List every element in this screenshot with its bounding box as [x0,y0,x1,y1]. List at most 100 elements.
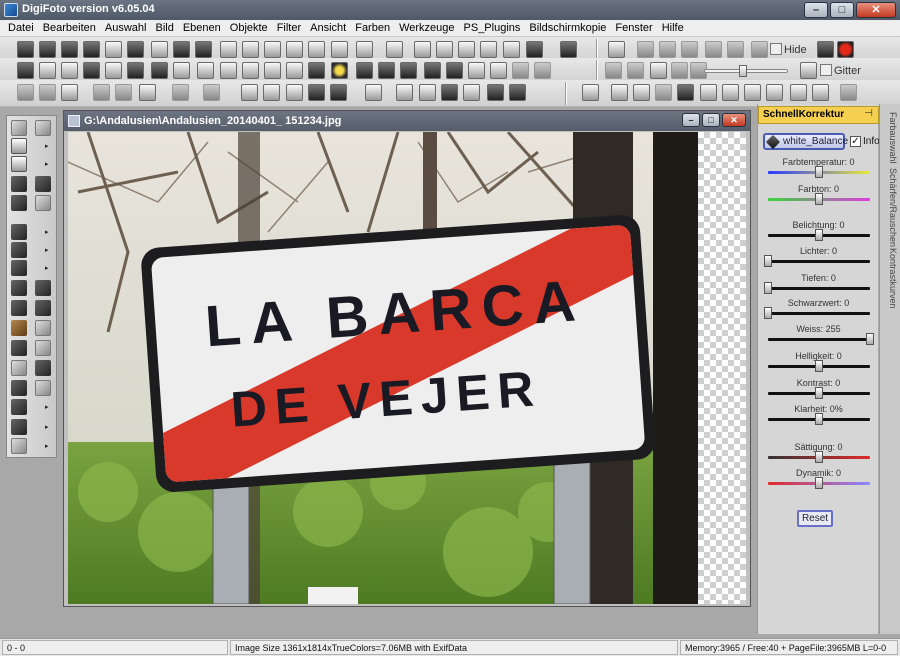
crop-icon[interactable] [35,176,51,192]
browse-icon[interactable] [61,41,78,58]
pen-icon[interactable] [11,224,27,240]
menu-bildschirmkopie[interactable]: Bildschirmkopie [525,20,611,36]
brush-shape-icon[interactable] [463,84,480,101]
healing-icon[interactable] [35,280,51,296]
slider-knob[interactable] [815,413,823,425]
diagonal-arrow-icon[interactable] [744,84,761,101]
flip-horizontal-icon[interactable] [241,84,258,101]
blank-tool-1-icon[interactable] [512,62,529,79]
eye-correct-icon[interactable] [378,62,395,79]
rect-border-icon[interactable] [197,62,214,79]
slider-track[interactable] [768,312,870,315]
tile-icon[interactable] [727,41,744,58]
eraser-icon[interactable] [35,320,51,336]
number-icon[interactable] [790,84,807,101]
chevron-right-icon[interactable]: ▸ [45,403,49,411]
hide-checkbox[interactable] [770,43,782,55]
selection-tool-icon[interactable] [35,195,51,211]
slider-track[interactable] [768,287,870,290]
duplicate-icon[interactable] [396,84,413,101]
slideshow-icon[interactable] [195,41,212,58]
slider-knob[interactable] [815,387,823,399]
gradient-tool-icon[interactable] [35,340,51,356]
menu-datei[interactable]: Datei [4,20,39,36]
history-icon[interactable] [61,84,78,101]
slider-knob[interactable] [866,333,874,345]
target-icon[interactable] [419,84,436,101]
image-minimize-button[interactable]: – [682,113,700,127]
curves-icon[interactable] [308,62,325,79]
figure-icon[interactable] [35,300,51,316]
refresh-icon[interactable] [365,84,382,101]
line-tool-icon[interactable] [677,84,694,101]
image-maximize-button[interactable]: □ [702,113,720,127]
frame-border-icon[interactable] [173,62,190,79]
color-swatch-icon[interactable] [35,380,51,396]
slider-knob[interactable] [815,360,823,372]
cube-icon[interactable] [509,84,526,101]
menu-objekte[interactable]: Objekte [226,20,273,36]
cut-icon[interactable] [115,84,132,101]
text-tool-icon[interactable] [611,84,628,101]
transform-icon[interactable] [330,84,347,101]
dpi-icon[interactable] [414,41,431,58]
gitter-checkbox[interactable] [820,64,832,76]
slider-knob[interactable] [815,193,823,205]
rotate-icon[interactable] [286,84,303,101]
menu-werkzeuge[interactable]: Werkzeuge [395,20,459,36]
gradient-fill-icon[interactable] [242,62,259,79]
chevron-right-icon[interactable]: ▸ [45,228,49,236]
close-button[interactable]: ✕ [856,2,896,18]
reset-button[interactable]: Reset [797,510,833,527]
blank-tool-2-icon[interactable] [534,62,551,79]
menu-bearbeiten[interactable]: Bearbeiten [39,20,101,36]
tab-farbauswahl[interactable]: Farbauswahl [882,112,898,164]
pipette-icon[interactable] [11,300,27,316]
scanner-icon[interactable] [386,41,403,58]
maximize-button[interactable]: □ [830,2,854,18]
menu-auswahl[interactable]: Auswahl [101,20,152,36]
menu-hilfe[interactable]: Hilfe [658,20,689,36]
tab-kontrastkurven[interactable]: Kontrastkurven [882,248,898,309]
info-checkbox[interactable]: ✓ [850,136,861,147]
paste-special-icon[interactable] [172,84,189,101]
xmp-icon[interactable] [480,41,497,58]
export-icon[interactable] [220,41,237,58]
levels-icon[interactable] [264,62,281,79]
document-icon[interactable] [840,84,857,101]
menu-filter[interactable]: Filter [273,20,306,36]
frame-icon[interactable] [331,41,348,58]
stamp-icon[interactable] [441,84,458,101]
bubble-icon[interactable] [812,84,829,101]
slider-knob[interactable] [815,229,823,241]
zoom-magnifier-icon[interactable] [800,62,817,79]
film-strip-icon[interactable] [173,41,190,58]
menu-ebenen[interactable]: Ebenen [179,20,226,36]
slider-track[interactable] [768,338,870,341]
move-icon[interactable] [35,120,51,136]
clipboard-icon[interactable] [203,84,220,101]
chevron-right-icon[interactable]: ▸ [45,160,49,168]
airbrush-icon[interactable] [11,260,27,276]
rectangle-shape-icon[interactable] [582,84,599,101]
image-canvas[interactable]: LA BARCA DE VEJER [68,132,746,604]
plugin-icon[interactable] [560,41,577,58]
pyramid-icon[interactable] [487,84,504,101]
fullscreen-icon[interactable] [681,41,698,58]
minimize-button[interactable]: – [804,2,828,18]
line-pen-icon[interactable] [633,84,650,101]
save-as-icon[interactable] [286,41,303,58]
circle-select-icon[interactable] [127,62,144,79]
chevron-right-icon[interactable]: ▸ [45,423,49,431]
eye-lens-icon[interactable] [446,62,463,79]
slider-knob[interactable] [815,166,823,178]
batch-icon[interactable] [526,41,543,58]
layer-icon[interactable] [17,62,34,79]
clone-stamp-icon[interactable] [11,280,27,296]
window-icon[interactable] [705,41,722,58]
chevron-right-icon[interactable]: ▸ [45,442,49,450]
slider-knob[interactable] [764,255,772,267]
zoom-slider[interactable] [704,65,788,77]
rotate-free-icon[interactable] [308,84,325,101]
open-folder-icon[interactable] [39,41,56,58]
